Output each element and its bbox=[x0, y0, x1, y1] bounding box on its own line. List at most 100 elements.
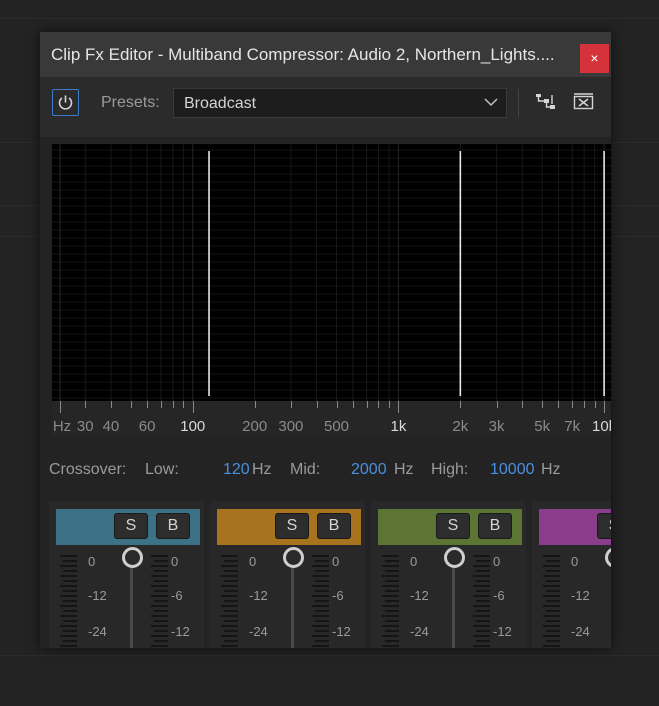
meter-segment bbox=[543, 575, 560, 577]
meter-scale-label: -12 bbox=[571, 588, 590, 603]
mid-frequency-value[interactable]: 2000 bbox=[351, 461, 387, 479]
meter-segment bbox=[60, 585, 77, 587]
input-level-meter bbox=[60, 555, 80, 648]
meter-segment bbox=[385, 580, 399, 582]
meter-segment bbox=[382, 625, 399, 627]
close-button[interactable]: × bbox=[580, 44, 609, 73]
meter-segment bbox=[312, 645, 329, 647]
meter-segment bbox=[224, 600, 238, 602]
axis-tick bbox=[496, 401, 498, 408]
meter-segment bbox=[385, 640, 399, 642]
axis-tick-label: 7k bbox=[564, 418, 581, 435]
presets-selected-value: Broadcast bbox=[184, 95, 257, 112]
delete-preset-icon[interactable] bbox=[573, 92, 595, 112]
meter-segment bbox=[154, 630, 168, 632]
bypass-button[interactable]: B bbox=[317, 513, 351, 539]
axis-tick-label: Hz bbox=[52, 418, 72, 435]
meter-segment bbox=[473, 555, 490, 557]
bypass-button[interactable]: B bbox=[478, 513, 512, 539]
clip-fx-editor-window: Clip Fx Editor - Multiband Compressor: A… bbox=[40, 32, 611, 648]
meter-segment bbox=[315, 570, 329, 572]
axis-tick-label: 1k bbox=[390, 418, 407, 435]
meter-segment bbox=[221, 625, 238, 627]
meter-segment bbox=[473, 615, 490, 617]
meter-segment bbox=[543, 595, 560, 597]
power-button[interactable] bbox=[52, 89, 79, 116]
meter-segment bbox=[476, 600, 490, 602]
spectrum-grid bbox=[52, 144, 611, 401]
axis-tick bbox=[604, 401, 606, 413]
axis-tick bbox=[183, 401, 185, 408]
frequency-axis: Hz30 40 60 100 200 300 500 1k 2k 3k 5k 7k 10k bbox=[52, 401, 611, 436]
axis-tick-label: 30 bbox=[76, 418, 94, 435]
meter-segment bbox=[60, 555, 77, 557]
routing-icon[interactable] bbox=[535, 92, 557, 112]
meter-scale-label: 0 bbox=[571, 554, 579, 569]
meter-segment bbox=[315, 620, 329, 622]
low-frequency-value[interactable]: 120 bbox=[223, 461, 250, 479]
bypass-button[interactable]: B bbox=[156, 513, 190, 539]
axis-tick bbox=[290, 401, 292, 408]
meter-segment bbox=[151, 625, 168, 627]
presets-dropdown[interactable]: Broadcast bbox=[173, 88, 507, 118]
meter-segment bbox=[63, 590, 77, 592]
meter-scale-label: -12 bbox=[88, 588, 107, 603]
meter-segment bbox=[60, 595, 77, 597]
meter-segment bbox=[224, 570, 238, 572]
meter-segment bbox=[154, 620, 168, 622]
meter-segment bbox=[382, 565, 399, 567]
axis-tick-label: 10k bbox=[591, 418, 611, 435]
chevron-down-icon bbox=[484, 98, 498, 107]
meter-segment bbox=[546, 560, 560, 562]
meter-segment bbox=[543, 605, 560, 607]
meter-segment bbox=[543, 635, 560, 637]
threshold-slider-knob[interactable] bbox=[605, 547, 611, 568]
bands-row: S B 0 -12 -24 0 -6 -12 S B 0 -12 -24 0 -6 -12 S B 0 -12 -24 0… bbox=[40, 498, 611, 648]
axis-tick-label: 2k bbox=[452, 418, 469, 435]
meter-scale-label: -24 bbox=[88, 624, 107, 639]
meter-segment bbox=[221, 575, 238, 577]
axis-tick bbox=[172, 401, 174, 408]
meter-segment bbox=[221, 615, 238, 617]
solo-button[interactable]: S bbox=[114, 513, 148, 539]
axis-tick-label: 3k bbox=[488, 418, 505, 435]
threshold-slider-knob[interactable] bbox=[444, 547, 465, 568]
meter-segment bbox=[60, 625, 77, 627]
presets-label: Presets: bbox=[101, 94, 160, 111]
meter-segment bbox=[385, 570, 399, 572]
meter-segment bbox=[63, 560, 77, 562]
meter-scale-label: -6 bbox=[332, 588, 344, 603]
crossover-label: Crossover: bbox=[49, 461, 127, 478]
meter-segment bbox=[60, 565, 77, 567]
mid-unit: Hz bbox=[394, 461, 414, 478]
meter-segment bbox=[312, 615, 329, 617]
axis-tick bbox=[130, 401, 132, 408]
solo-button[interactable]: S bbox=[275, 513, 309, 539]
high-frequency-value[interactable]: 10000 bbox=[490, 461, 535, 479]
spectrum-display[interactable] bbox=[52, 144, 611, 401]
meter-segment bbox=[63, 600, 77, 602]
meter-segment bbox=[473, 585, 490, 587]
meter-scale-label: 0 bbox=[493, 554, 501, 569]
axis-tick bbox=[460, 401, 462, 408]
input-level-meter bbox=[221, 555, 241, 648]
meter-segment bbox=[315, 560, 329, 562]
meter-segment bbox=[473, 605, 490, 607]
solo-button[interactable]: S bbox=[597, 513, 611, 539]
meter-segment bbox=[221, 585, 238, 587]
meter-segment bbox=[154, 570, 168, 572]
threshold-slider-knob[interactable] bbox=[122, 547, 143, 568]
meter-segment bbox=[315, 630, 329, 632]
meter-scale-label: -12 bbox=[410, 588, 429, 603]
meter-segment bbox=[151, 605, 168, 607]
solo-button[interactable]: S bbox=[436, 513, 470, 539]
axis-tick bbox=[85, 401, 87, 408]
meter-scale-label: -24 bbox=[249, 624, 268, 639]
threshold-slider-knob[interactable] bbox=[283, 547, 304, 568]
high-unit: Hz bbox=[541, 461, 561, 478]
meter-scale-label: -12 bbox=[493, 624, 512, 639]
title-bar[interactable]: Clip Fx Editor - Multiband Compressor: A… bbox=[40, 32, 611, 77]
axis-tick-label: 200 bbox=[242, 418, 268, 435]
axis-tick bbox=[366, 401, 368, 408]
gain-reduction-meter bbox=[473, 555, 493, 648]
